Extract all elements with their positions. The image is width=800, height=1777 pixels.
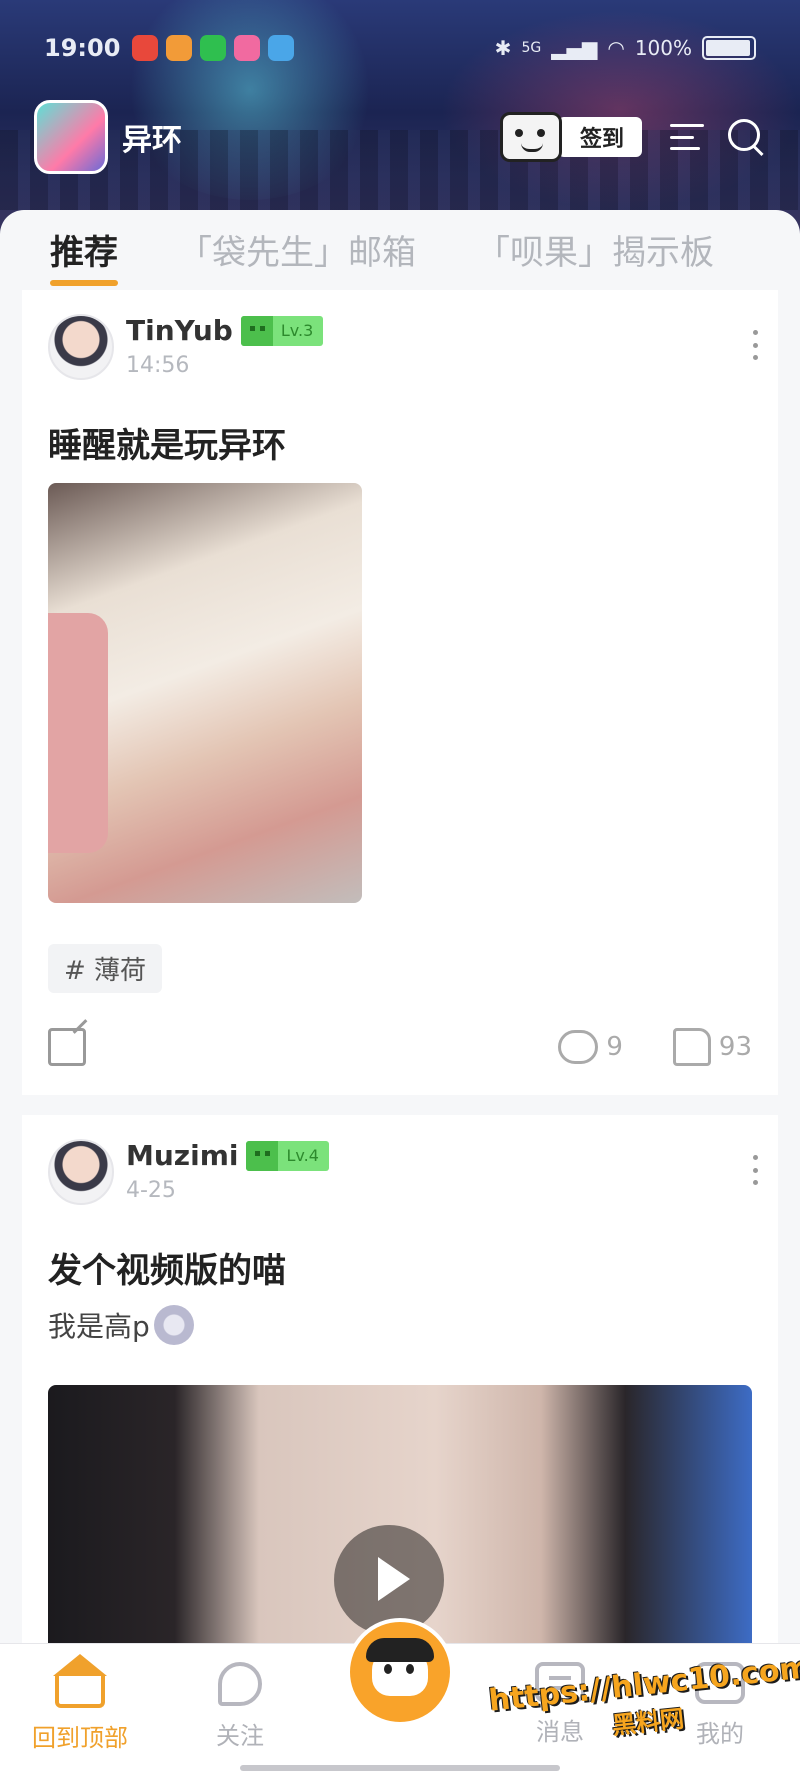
checkin-label: 签到 xyxy=(557,117,642,157)
post-title[interactable]: 睡醒就是玩异环 xyxy=(48,418,286,467)
follow-icon xyxy=(218,1662,262,1706)
avatar[interactable] xyxy=(48,314,114,380)
home-icon xyxy=(53,1654,107,1708)
post-tag[interactable]: # 薄荷 xyxy=(48,944,163,993)
nav-label: 回到顶部 xyxy=(32,1724,128,1752)
post-author: TinYub Lv.3 14:56 xyxy=(48,314,324,380)
mascot-icon xyxy=(366,1638,434,1696)
checkin-button[interactable]: 签到 xyxy=(499,112,642,162)
comment-icon xyxy=(558,1030,599,1064)
username[interactable]: TinYub xyxy=(126,314,233,347)
nav-follow[interactable]: 关注 xyxy=(160,1644,320,1777)
tab-mailbox[interactable]: 「袋先生」邮箱 xyxy=(178,225,416,274)
notification-icon xyxy=(234,35,261,61)
network-label: 5G xyxy=(521,40,542,56)
more-icon[interactable] xyxy=(752,1155,758,1185)
app-logo[interactable] xyxy=(34,100,108,174)
app-header: 异环 签到 xyxy=(34,100,766,174)
nav-back-to-top[interactable]: 回到顶部 xyxy=(0,1644,160,1777)
username[interactable]: Muzimi xyxy=(126,1139,238,1172)
wechat-icon xyxy=(200,35,227,61)
post-time: 14:56 xyxy=(126,353,190,378)
tab-bar: 推荐 「袋先生」邮箱 「呗果」揭示板 xyxy=(0,210,800,292)
more-icon[interactable] xyxy=(752,330,758,360)
battery-icon xyxy=(702,36,756,60)
menu-icon[interactable] xyxy=(670,124,704,150)
post-time: 4-25 xyxy=(126,1178,176,1203)
status-time: 19:00 xyxy=(44,34,121,62)
level-badge: Lv.4 xyxy=(246,1140,329,1171)
avatar[interactable] xyxy=(48,1139,114,1205)
home-indicator xyxy=(240,1765,560,1771)
comment-button[interactable]: 9 xyxy=(558,1030,623,1064)
comment-count: 9 xyxy=(606,1032,623,1062)
level-icon xyxy=(246,1140,279,1171)
notification-icon xyxy=(268,35,295,61)
tab-recommend[interactable]: 推荐 xyxy=(50,225,118,286)
post-author: Muzimi Lv.4 4-25 xyxy=(48,1139,329,1205)
level-text: Lv.3 xyxy=(280,321,314,340)
post-title[interactable]: 发个视频版的喵 xyxy=(48,1243,286,1292)
post-card[interactable]: TinYub Lv.3 14:56 睡醒就是玩异环 # 薄荷 9 93 xyxy=(22,290,778,1095)
nav-label: 关注 xyxy=(216,1722,264,1750)
post-body-text: 我是高p xyxy=(48,1310,150,1343)
post-actions: 9 93 xyxy=(48,1025,752,1069)
level-text: Lv.4 xyxy=(286,1146,319,1165)
post-body: 我是高p xyxy=(48,1305,194,1345)
signal-icon: ▂▄▆ xyxy=(551,36,598,60)
notification-icon xyxy=(132,35,159,61)
tab-board[interactable]: 「呗果」揭示板 xyxy=(476,225,714,274)
emoji-avatar-icon xyxy=(153,1305,194,1345)
thumbs-up-icon xyxy=(672,1028,711,1066)
center-mascot-button[interactable] xyxy=(346,1618,454,1726)
like-button[interactable]: 93 xyxy=(672,1028,752,1066)
status-bar: 19:00 ✱ 5G ▂▄▆ ◠ 100% xyxy=(0,28,800,68)
like-count: 93 xyxy=(718,1032,752,1062)
battery-percent: 100% xyxy=(634,36,692,60)
robot-icon xyxy=(499,112,562,162)
bluetooth-icon: ✱ xyxy=(494,36,512,60)
app-name: 异环 xyxy=(122,123,182,158)
post-image[interactable] xyxy=(48,483,362,903)
level-badge: Lv.3 xyxy=(240,315,324,346)
search-icon[interactable] xyxy=(726,117,766,157)
wifi-icon: ◠ xyxy=(607,36,625,60)
level-icon xyxy=(240,315,273,346)
notification-icon xyxy=(166,35,193,61)
share-icon[interactable] xyxy=(48,1028,86,1066)
